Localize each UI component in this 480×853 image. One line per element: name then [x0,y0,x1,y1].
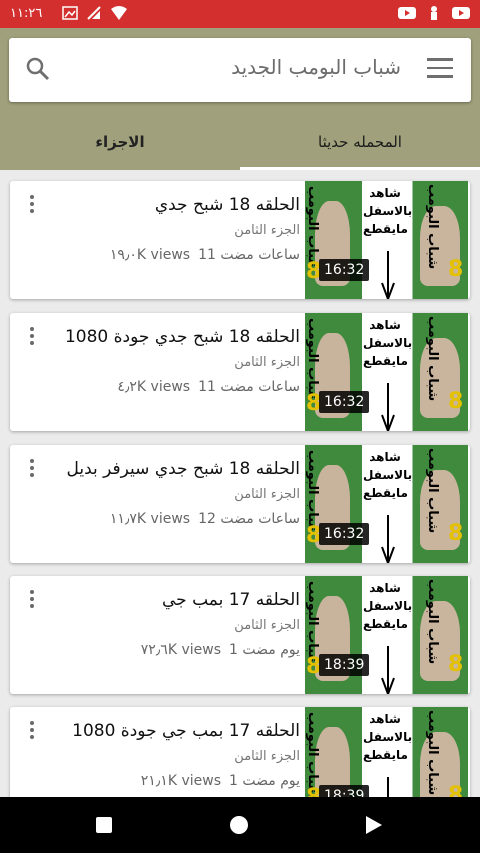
video-card[interactable]: الحلقه 18 شبح جدي جودة 1080 الجزء الثامن… [10,313,470,431]
video-part: الجزء الثامن [234,618,300,633]
video-card[interactable]: الحلقه 17 بمب جي الجزء الثامن ٧٢٫٦K view… [10,576,470,694]
video-duration: 16:32 [319,523,370,545]
video-card[interactable]: الحلقه 18 شبح جدي سيرفر بديل الجزء الثام… [10,445,470,563]
video-duration: 16:32 [319,391,370,413]
video-meta: ١٩٫٠K views 11 ساعات مضت [102,247,300,263]
more-options-icon[interactable] [30,590,36,611]
search-text[interactable]: شباب البومب الجديد [231,55,401,79]
video-views: ٤٫٢K views [117,379,191,395]
thumbnail-side-text: شباب البومب [425,710,440,796]
more-options-icon[interactable] [30,327,36,348]
video-time-ago: 12 ساعات مضت [198,511,300,527]
thumbnail-caption: شاهد بالاسفل مايقطع [363,581,413,631]
video-duration: 18:39 [319,654,370,676]
down-arrow-icon [381,515,395,563]
video-thumbnail[interactable]: شباب البومب شباب البومب شاهد بالاسفل مايقط… [305,181,468,299]
video-part: الجزء الثامن [234,487,300,502]
thumbnail-digit: 8 [448,257,464,282]
signal-off-icon [87,6,101,20]
video-duration: 18:39 [319,785,370,797]
video-part: الجزء الثامن [234,355,300,370]
recent-apps-icon[interactable] [96,817,112,833]
video-meta: ١١٫٧K views 12 ساعات مضت [102,511,300,527]
video-list: الحلقه 18 شبح جدي الجزء الثامن ١٩٫٠K vie… [0,170,480,797]
app-bar: شباب البومب الجديد الاجزاء المحمله حديثا [0,28,480,170]
video-time-ago: 11 ساعات مضت [198,379,300,395]
thumbnail-side-text: شباب البومب [425,448,440,534]
search-bar[interactable]: شباب البومب الجديد [9,38,471,102]
video-title: الحلقه 17 بمب جي [161,590,300,610]
more-options-icon[interactable] [30,459,36,480]
video-part: الجزء الثامن [234,223,300,238]
tab-bar: الاجزاء المحمله حديثا [0,120,480,170]
back-icon[interactable] [366,816,382,834]
video-card[interactable]: الحلقه 17 بمب جي جودة 1080 الجزء الثامن … [10,707,470,797]
video-views: ١١٫٧K views [109,511,191,527]
tab-recently-uploaded[interactable]: المحمله حديثا [240,120,480,170]
video-meta: ٧٢٫٦K views 1 يوم مضت [133,642,300,658]
thumbnail-digit: 8 [448,389,464,414]
youtube-icon [398,7,416,19]
app-notification-icon [431,6,437,20]
video-views: ٢١٫١K views [140,773,221,789]
video-thumbnail[interactable]: شباب البومب شباب البومب شاهد بالاسفل مايقط… [305,313,468,431]
video-duration: 16:32 [319,259,370,281]
video-title: الحلقه 18 شبح جدي سيرفر بديل [66,459,301,479]
down-arrow-icon [387,777,389,797]
status-system-icons [398,5,470,21]
thumbnail-side-text: شباب البومب [425,579,440,665]
thumbnail-caption: شاهد بالاسفل مايقطع [363,186,413,236]
search-icon[interactable] [25,56,51,82]
video-meta: ٤٫٢K views 11 ساعات مضت [109,379,300,395]
thumbnail-digit: 8 [448,783,464,797]
menu-icon[interactable] [427,58,453,82]
video-time-ago: 11 ساعات مضت [198,247,300,263]
down-arrow-icon [381,646,395,694]
youtube-icon [452,7,470,19]
video-meta: ٢١٫١K views 1 يوم مضت [133,773,300,789]
thumbnail-digit: 8 [448,652,464,677]
status-notification-icons [62,5,128,21]
down-arrow-icon [381,383,395,431]
video-title: الحلقه 17 بمب جي جودة 1080 [72,721,300,741]
down-arrow-icon [381,251,395,299]
video-views: ٧٢٫٦K views [140,642,221,658]
thumbnail-side-text: شباب البومب [425,184,440,270]
video-time-ago: 1 يوم مضت [229,773,300,789]
video-thumbnail[interactable]: شباب البومب شباب البومب شاهد بالاسفل مايقط… [305,445,468,563]
video-thumbnail[interactable]: شباب البومب شباب البومب شاهد بالاسفل مايقط… [305,707,468,797]
tab-parts[interactable]: الاجزاء [0,120,240,170]
video-part: الجزء الثامن [234,749,300,764]
video-title: الحلقه 18 شبح جدي [154,195,300,215]
video-title: الحلقه 18 شبح جدي جودة 1080 [64,327,300,347]
thumbnail-caption: شاهد بالاسفل مايقطع [363,450,413,500]
thumbnail-digit: 8 [448,521,464,546]
wifi-icon [111,6,127,20]
video-card[interactable]: الحلقه 18 شبح جدي الجزء الثامن ١٩٫٠K vie… [10,181,470,299]
status-bar: ١١:٢٦ [0,0,480,28]
thumbnail-caption: شاهد بالاسفل مايقطع [363,712,413,762]
video-thumbnail[interactable]: شباب البومب شباب البومب شاهد بالاسفل مايقط… [305,576,468,694]
more-options-icon[interactable] [30,721,36,742]
image-icon [62,6,78,20]
video-time-ago: 1 يوم مضت [229,642,300,658]
video-views: ١٩٫٠K views [109,247,191,263]
thumbnail-caption: شاهد بالاسفل مايقطع [363,318,413,368]
status-time: ١١:٢٦ [10,6,43,21]
navigation-bar [0,797,480,853]
home-icon[interactable] [230,816,248,834]
thumbnail-side-text: شباب البومب [425,316,440,402]
more-options-icon[interactable] [30,195,36,216]
